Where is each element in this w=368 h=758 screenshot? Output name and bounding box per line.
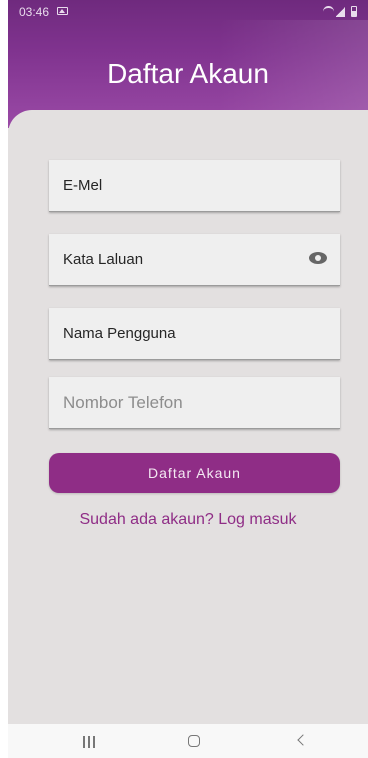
page-title: Daftar Akaun (107, 58, 269, 89)
phone-field[interactable]: Nombor Telefon (49, 377, 340, 429)
app-screen: 03:46 Daftar Akaun E-Mel Kata Laluan Nam… (0, 0, 368, 758)
recent-apps-icon[interactable] (83, 736, 95, 748)
battery-icon (351, 6, 357, 17)
eye-icon[interactable] (309, 252, 327, 264)
login-link[interactable]: Sudah ada akaun? Log masuk (8, 510, 368, 530)
email-field[interactable]: E-Mel (49, 160, 340, 212)
gallery-icon (57, 7, 68, 15)
signal-icon (336, 6, 345, 17)
navigation-bar (8, 724, 368, 758)
home-icon[interactable] (188, 735, 200, 747)
registration-panel: E-Mel Kata Laluan Nama Pengguna Nombor T… (8, 110, 368, 724)
status-bar: 03:46 (8, 0, 368, 24)
password-field-value: Kata Laluan (63, 251, 144, 268)
username-field[interactable]: Nama Pengguna (49, 308, 340, 360)
wifi-icon (323, 6, 334, 17)
phone-field-placeholder: Nombor Telefon (63, 393, 183, 412)
status-time: 03:46 (19, 5, 50, 19)
username-field-value: Nama Pengguna (63, 325, 176, 342)
password-field[interactable]: Kata Laluan (49, 234, 340, 286)
phone-frame: 03:46 Daftar Akaun E-Mel Kata Laluan Nam… (8, 0, 368, 758)
register-button[interactable]: Daftar Akaun (49, 453, 340, 493)
email-field-value: E-Mel (63, 177, 103, 194)
back-icon[interactable] (297, 734, 309, 746)
header: 03:46 Daftar Akaun (8, 0, 368, 128)
